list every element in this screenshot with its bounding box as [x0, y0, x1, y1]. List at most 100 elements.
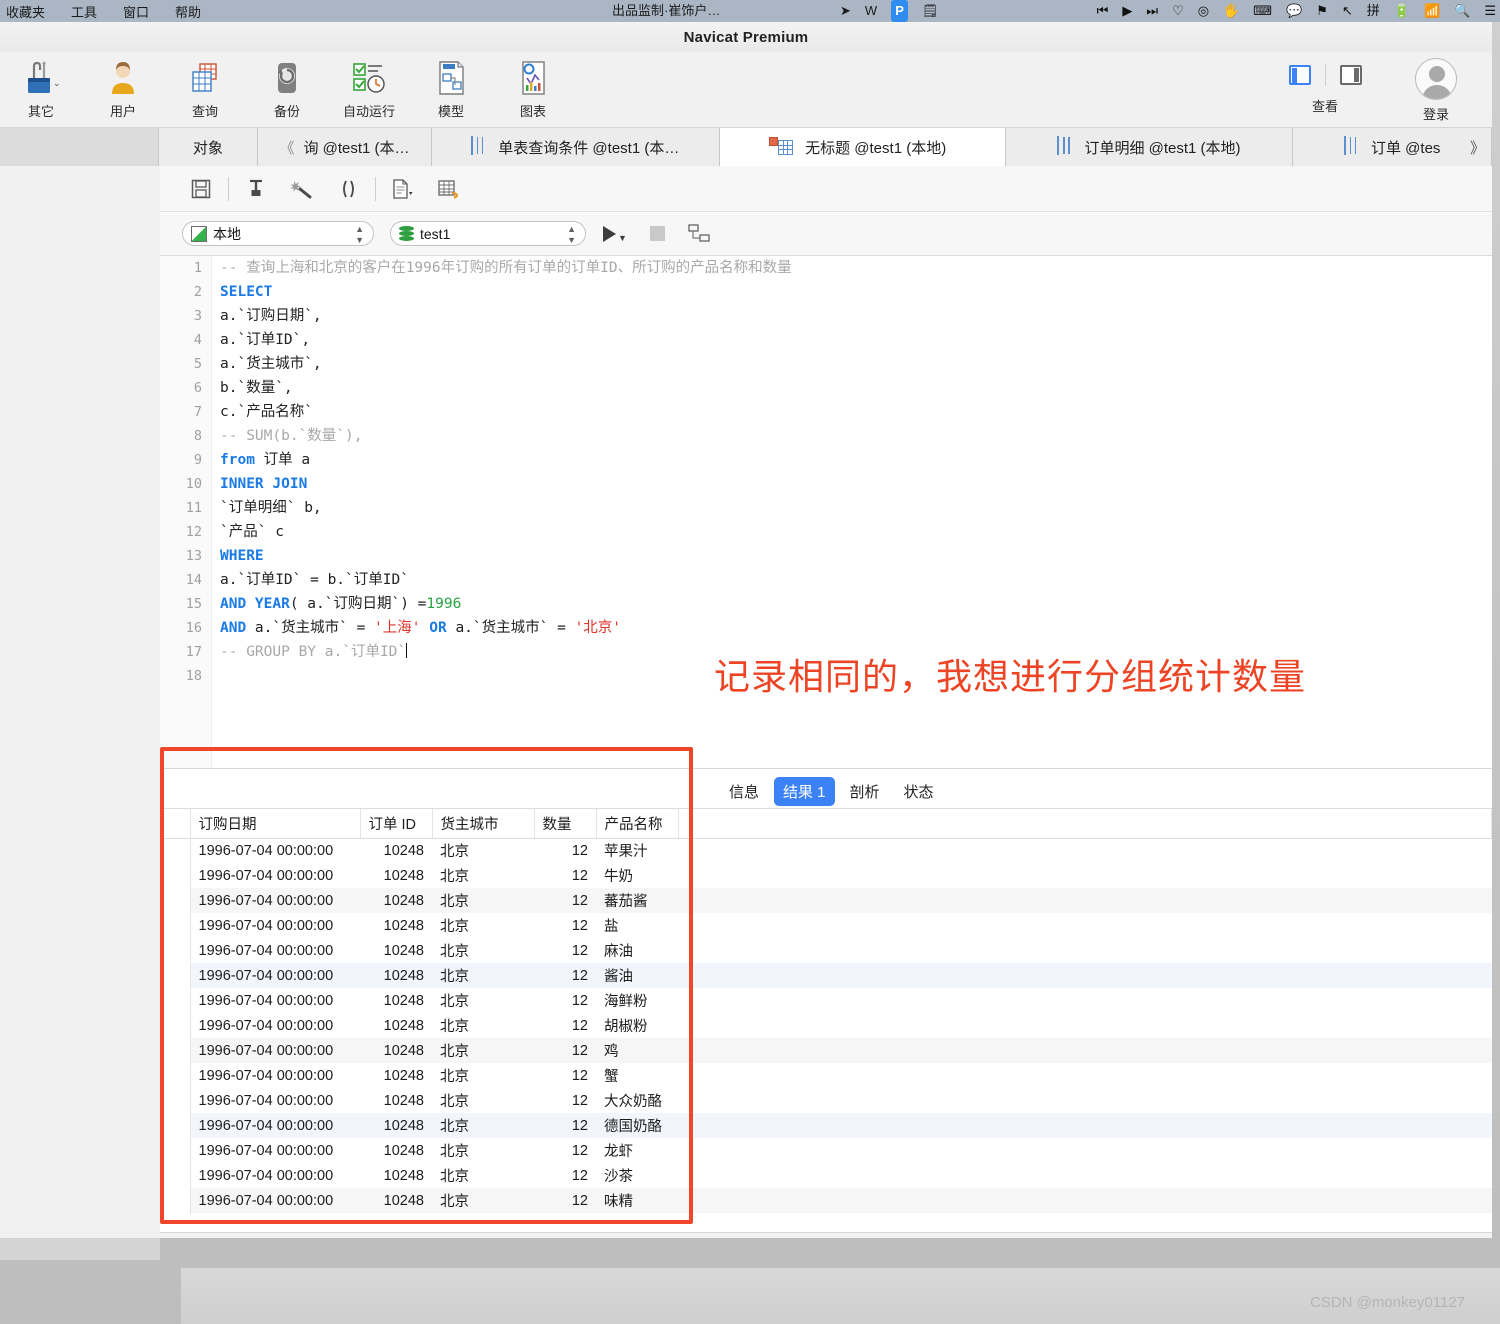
cell-ship-city[interactable]: 北京 — [432, 1063, 534, 1088]
chat-icon[interactable]: 💬 — [1286, 0, 1302, 22]
cell-order-id[interactable]: 10248 — [360, 1163, 432, 1188]
table-row[interactable]: 1996-07-04 00:00:00 10248 北京 12 酱油 — [160, 963, 1492, 988]
input-source-icon[interactable]: 拼 — [1367, 0, 1380, 22]
cell-filler[interactable] — [678, 1038, 1492, 1063]
play-triangle-icon[interactable]: ➤ — [840, 0, 851, 22]
table-row[interactable]: 1996-07-04 00:00:00 10248 北京 12 龙虾 — [160, 1138, 1492, 1163]
cell-order-id[interactable]: 10248 — [360, 1088, 432, 1113]
result-tab-3[interactable]: 状态 — [895, 777, 943, 806]
cell-order-date[interactable]: 1996-07-04 00:00:00 — [190, 988, 360, 1013]
cell-order-date[interactable]: 1996-07-04 00:00:00 — [190, 1038, 360, 1063]
cell-ship-city[interactable]: 北京 — [432, 963, 534, 988]
cell-order-date[interactable]: 1996-07-04 00:00:00 — [190, 1088, 360, 1113]
cell-quantity[interactable]: 12 — [534, 1038, 596, 1063]
column-header-ship-city[interactable]: 货主城市 — [432, 809, 535, 839]
ribbon-button-chart[interactable]: 图表 — [492, 52, 574, 128]
cell-quantity[interactable]: 12 — [534, 963, 596, 988]
code-line[interactable]: a.`订单ID` = b.`订单ID` — [220, 568, 1480, 592]
cell-order-id[interactable]: 10248 — [360, 1113, 432, 1138]
cell-quantity[interactable]: 12 — [534, 888, 596, 913]
menu-item-tools[interactable]: 工具 — [71, 2, 97, 21]
cell-order-id[interactable]: 10248 — [360, 913, 432, 938]
tab-order-details[interactable]: 订单明细 @test1 (本地) — [1005, 128, 1294, 166]
cell-ship-city[interactable]: 北京 — [432, 1013, 534, 1038]
powerpoint-app-icon[interactable]: P — [891, 0, 908, 22]
cell-filler[interactable] — [678, 1113, 1492, 1138]
cell-order-date[interactable]: 1996-07-04 00:00:00 — [190, 888, 360, 913]
cell-order-id[interactable]: 10248 — [360, 1138, 432, 1163]
insert-parens-button[interactable] — [325, 169, 371, 209]
script-icon[interactable]: 🗒 — [922, 0, 939, 22]
cell-quantity[interactable]: 12 — [534, 863, 596, 888]
hand-icon[interactable]: 🖐 — [1223, 0, 1239, 22]
record-icon[interactable]: ◎ — [1198, 0, 1209, 22]
cell-filler[interactable] — [678, 913, 1492, 938]
cell-product-name[interactable]: 酱油 — [596, 963, 678, 988]
row-selector-cell[interactable] — [160, 988, 191, 1013]
cell-filler[interactable] — [678, 838, 1492, 863]
code-line[interactable]: `产品` c — [220, 520, 1480, 544]
result-tab-2[interactable]: 剖析 — [841, 777, 889, 806]
cell-order-id[interactable]: 10248 — [360, 1063, 432, 1088]
code-line[interactable]: a.`货主城市`, — [220, 352, 1480, 376]
cell-filler[interactable] — [678, 888, 1492, 913]
row-selector-cell[interactable] — [160, 888, 191, 913]
table-row[interactable]: 1996-07-04 00:00:00 10248 北京 12 德国奶酪 — [160, 1113, 1492, 1138]
beautify-button[interactable] — [233, 169, 279, 209]
tab-objects[interactable]: 对象 — [158, 128, 259, 166]
next-track-icon[interactable]: ⏭ — [1146, 0, 1158, 22]
cell-filler[interactable] — [678, 938, 1492, 963]
code-line[interactable]: -- SUM(b.`数量`), — [220, 424, 1480, 448]
cell-order-date[interactable]: 1996-07-04 00:00:00 — [190, 838, 360, 863]
macos-menu-items[interactable]: 收藏夹 工具 窗口 帮助 — [0, 2, 201, 21]
cell-product-name[interactable]: 蕃茄酱 — [596, 888, 678, 913]
cell-product-name[interactable]: 大众奶酪 — [596, 1088, 678, 1113]
tab-overflow-icon[interactable]: 》 — [1470, 137, 1485, 158]
ribbon-button-model[interactable]: 模型 — [410, 52, 492, 128]
database-select[interactable]: test1 ▲ ▼ — [390, 221, 586, 246]
row-selector-cell[interactable] — [160, 1013, 191, 1038]
row-selector-cell[interactable] — [160, 1113, 191, 1138]
key-icon[interactable]: ⌨ — [1253, 0, 1272, 22]
column-header-order-id[interactable]: 订单 ID — [360, 809, 433, 839]
row-selector-cell[interactable] — [160, 938, 191, 963]
row-selector-cell[interactable] — [160, 863, 191, 888]
result-tab-list[interactable]: 信息 结果 1 剖析 状态 — [720, 777, 943, 806]
menu-item-window[interactable]: 窗口 — [123, 2, 149, 21]
cell-product-name[interactable]: 麻油 — [596, 938, 678, 963]
table-row[interactable]: 1996-07-04 00:00:00 10248 北京 12 胡椒粉 — [160, 1013, 1492, 1038]
run-query-button[interactable]: ▼ — [602, 221, 628, 247]
cell-product-name[interactable]: 盐 — [596, 913, 678, 938]
table-row[interactable]: 1996-07-04 00:00:00 10248 北京 12 沙茶 — [160, 1163, 1492, 1188]
result-grid[interactable]: 订购日期 订单 ID 货主城市 数量 产品名称 1996-07-04 00:00… — [160, 808, 1492, 1232]
record-nav-buttons[interactable]: + − ✓ ✕ — [160, 1237, 320, 1239]
export-result-button[interactable] — [426, 169, 472, 209]
row-selector-cell[interactable] — [160, 1188, 191, 1213]
code-line[interactable]: AND YEAR( a.`订购日期`) =1996 — [220, 592, 1480, 616]
avatar[interactable] — [1415, 58, 1457, 100]
menubar-media-controls[interactable]: ➤ W P 🗒 — [840, 0, 938, 22]
cell-ship-city[interactable]: 北京 — [432, 1088, 534, 1113]
code-line[interactable]: AND a.`货主城市` = '上海' OR a.`货主城市` = '北京' — [220, 616, 1480, 640]
cell-quantity[interactable]: 12 — [534, 1163, 596, 1188]
ribbon-button-query[interactable]: 查询 — [164, 52, 246, 128]
cell-order-id[interactable]: 10248 — [360, 938, 432, 963]
cell-product-name[interactable]: 龙虾 — [596, 1138, 678, 1163]
code-line[interactable]: WHERE — [220, 544, 1480, 568]
cell-filler[interactable] — [678, 1063, 1492, 1088]
cell-ship-city[interactable]: 北京 — [432, 1113, 534, 1138]
cell-filler[interactable] — [678, 1188, 1492, 1213]
cell-quantity[interactable]: 12 — [534, 1113, 596, 1138]
cell-order-date[interactable]: 1996-07-04 00:00:00 — [190, 1113, 360, 1138]
cell-order-id[interactable]: 10248 — [360, 1188, 432, 1213]
tab-query-truncated[interactable]: 《 询 @test1 (本… — [258, 128, 432, 166]
prev-track-icon[interactable]: ⏮ — [1097, 0, 1109, 22]
search-icon[interactable]: 🔍 — [1454, 0, 1470, 22]
cell-ship-city[interactable]: 北京 — [432, 913, 534, 938]
login-group[interactable]: 登录 — [1390, 52, 1482, 128]
table-row[interactable]: 1996-07-04 00:00:00 10248 北京 12 苹果汁 — [160, 838, 1492, 863]
cell-order-date[interactable]: 1996-07-04 00:00:00 — [190, 1163, 360, 1188]
stop-query-button[interactable] — [644, 221, 670, 247]
cancel-change-icon[interactable]: ✕ — [282, 1237, 296, 1239]
cell-product-name[interactable]: 苹果汁 — [596, 838, 678, 863]
